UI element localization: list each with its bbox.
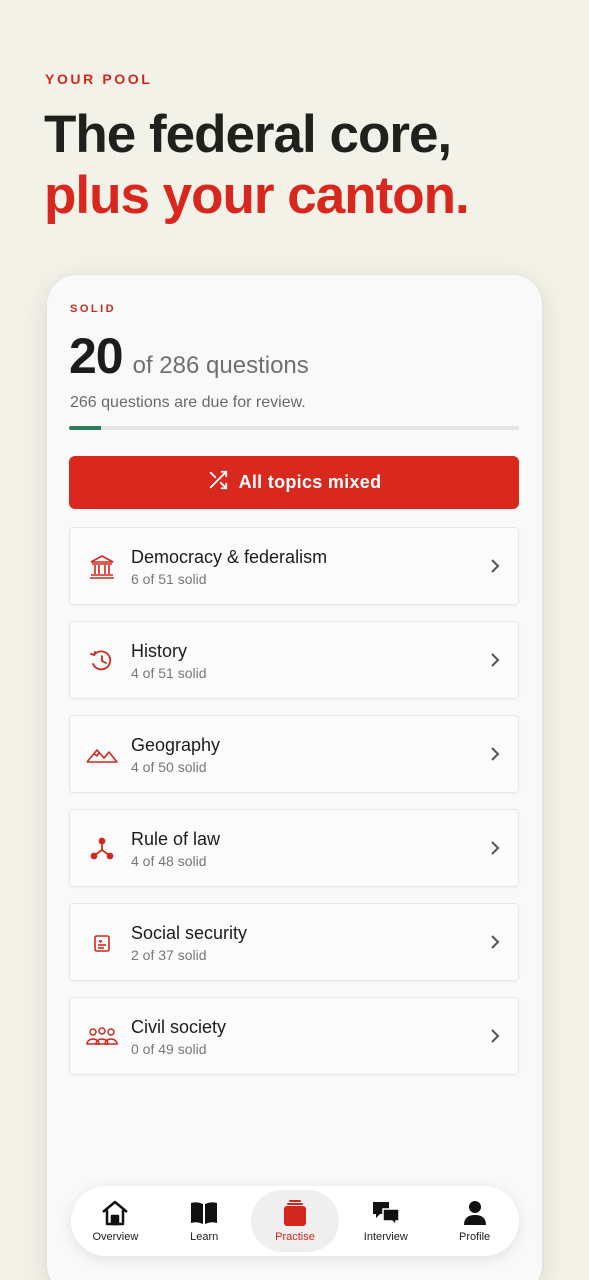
topic-list: Democracy & federalism 6 of 51 solid His… — [69, 527, 519, 1091]
page-headline: The federal core, plus your canton. — [44, 104, 470, 226]
topic-progress: 4 of 51 solid — [131, 665, 207, 681]
tab-interview[interactable]: Interview — [341, 1190, 430, 1252]
topic-item-rule-of-law[interactable]: Rule of law 4 of 48 solid — [69, 809, 519, 887]
topic-name: Civil society — [131, 1017, 227, 1037]
tab-profile-label: Profile — [458, 1231, 491, 1243]
tab-practise-label: Practise — [275, 1231, 315, 1243]
card-heart-icon — [86, 928, 118, 958]
tab-profile[interactable]: Profile — [430, 1190, 519, 1252]
chevron-right-icon — [491, 653, 500, 667]
building-columns-icon — [86, 552, 118, 582]
chevron-right-icon — [491, 935, 500, 949]
topic-progress: 6 of 51 solid — [131, 571, 207, 587]
phone-screen: SOLID 20 of 286 questions 266 questions … — [47, 275, 542, 1280]
headline-line-2: plus your canton. — [44, 166, 470, 225]
topic-item-democracy[interactable]: Democracy & federalism 6 of 51 solid — [69, 527, 519, 605]
all-topics-mixed-button[interactable]: All topics mixed — [69, 456, 519, 509]
tab-practise[interactable]: Practise — [250, 1190, 340, 1252]
total-questions: of 286 questions — [132, 352, 309, 379]
topic-progress: 4 of 50 solid — [131, 759, 207, 775]
topic-name: Social security — [131, 923, 248, 943]
topic-progress: 2 of 37 solid — [131, 947, 207, 963]
chat-bubbles-icon — [372, 1202, 400, 1227]
solid-stat: 20 of 286 questions — [69, 327, 309, 385]
topic-name: Rule of law — [131, 829, 221, 849]
home-icon — [102, 1200, 129, 1226]
eyebrow-label: YOUR POOL — [45, 71, 153, 87]
people-group-icon — [86, 1022, 118, 1052]
tab-overview[interactable]: Overview — [71, 1190, 160, 1252]
solid-count: 20 — [69, 328, 124, 384]
headline-line-1: The federal core, — [44, 105, 452, 164]
topic-item-geography[interactable]: Geography 4 of 50 solid — [69, 715, 519, 793]
tab-learn-label: Learn — [190, 1231, 219, 1243]
solid-label: SOLID — [70, 303, 117, 315]
topic-item-civil-society[interactable]: Civil society 0 of 49 solid — [69, 997, 519, 1075]
chevron-right-icon — [491, 559, 500, 573]
history-clock-icon — [86, 646, 118, 676]
all-topics-mixed-label: All topics mixed — [238, 472, 382, 492]
topic-item-history[interactable]: History 4 of 51 solid — [69, 621, 519, 699]
book-icon — [191, 1202, 218, 1224]
topic-progress: 0 of 49 solid — [131, 1041, 207, 1057]
bottom-tab-bar: Overview Learn Practise Interview Profil… — [71, 1186, 519, 1256]
chevron-right-icon — [491, 841, 500, 855]
chevron-right-icon — [491, 747, 500, 761]
solid-progress-fill — [69, 426, 101, 430]
chevron-right-icon — [491, 1029, 500, 1043]
network-nodes-icon — [86, 834, 118, 864]
due-review-text: 266 questions are due for review. — [70, 394, 306, 411]
solid-progress-bar — [69, 426, 519, 430]
shuffle-icon — [207, 469, 229, 496]
topic-item-social-security[interactable]: Social security 2 of 37 solid — [69, 903, 519, 981]
topic-progress: 4 of 48 solid — [131, 853, 207, 869]
mountains-icon — [86, 740, 118, 770]
topic-name: Geography — [131, 735, 221, 755]
topic-name: Democracy & federalism — [131, 547, 328, 567]
person-icon — [463, 1201, 486, 1225]
cards-icon — [283, 1200, 306, 1226]
topic-name: History — [131, 641, 188, 661]
tab-learn[interactable]: Learn — [160, 1190, 249, 1252]
tab-overview-label: Overview — [92, 1231, 139, 1243]
tab-interview-label: Interview — [363, 1231, 408, 1243]
